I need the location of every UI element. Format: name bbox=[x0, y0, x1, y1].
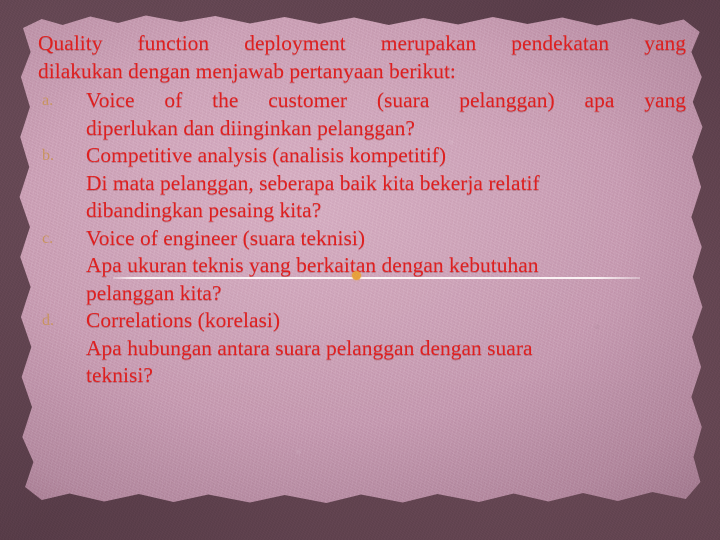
item-d-sub-line-2: teknisi? bbox=[86, 363, 153, 387]
item-c-line-1: Voice of engineer (suara teknisi) bbox=[86, 225, 365, 250]
item-b-sub-line-2: dibandingkan pesaing kita? bbox=[86, 198, 322, 222]
list-marker-b: b. bbox=[42, 147, 54, 164]
list-marker-a: a. bbox=[42, 92, 54, 109]
item-c-sub-line-2: pelanggan kita? bbox=[86, 280, 222, 305]
intro-paragraph: Quality function deployment merupakan pe… bbox=[38, 30, 686, 85]
list-marker-c: c. bbox=[42, 229, 54, 247]
item-a-line-1: Voice of the customer (suara pelanggan) … bbox=[86, 88, 686, 112]
intro-line-2: dilakukan dengan menjawab pertanyaan ber… bbox=[38, 58, 456, 83]
intro-line-1: Quality function deployment merupakan pe… bbox=[38, 31, 686, 55]
item-b-sub-line-1: Di mata pelanggan, seberapa baik kita be… bbox=[86, 170, 540, 195]
list-item-c: c. Voice of engineer (suara teknisi) Apa… bbox=[38, 225, 686, 308]
slide-text-content: Quality function deployment merupakan pe… bbox=[38, 30, 686, 390]
item-d-sub-line-1: Apa hubungan antara suara pelanggan deng… bbox=[86, 335, 533, 360]
item-b-line-1: Competitive analysis (analisis kompetiti… bbox=[86, 143, 447, 167]
qfd-question-list: a. Voice of the customer (suara pelangga… bbox=[38, 87, 686, 390]
slide-canvas: Quality function deployment merupakan pe… bbox=[0, 0, 720, 540]
list-item-a: a. Voice of the customer (suara pelangga… bbox=[38, 87, 686, 142]
list-item-d: d. Correlations (korelasi) Apa hubungan … bbox=[38, 307, 686, 390]
item-c-sub-line-1: Apa ukuran teknis yang berkaitan dengan … bbox=[86, 253, 539, 277]
list-marker-d: d. bbox=[42, 312, 54, 329]
item-d-line-1: Correlations (korelasi) bbox=[86, 308, 281, 332]
item-a-line-2: diperlukan dan diinginkan pelanggan? bbox=[86, 115, 415, 140]
list-item-b: b. Competitive analysis (analisis kompet… bbox=[38, 142, 686, 225]
